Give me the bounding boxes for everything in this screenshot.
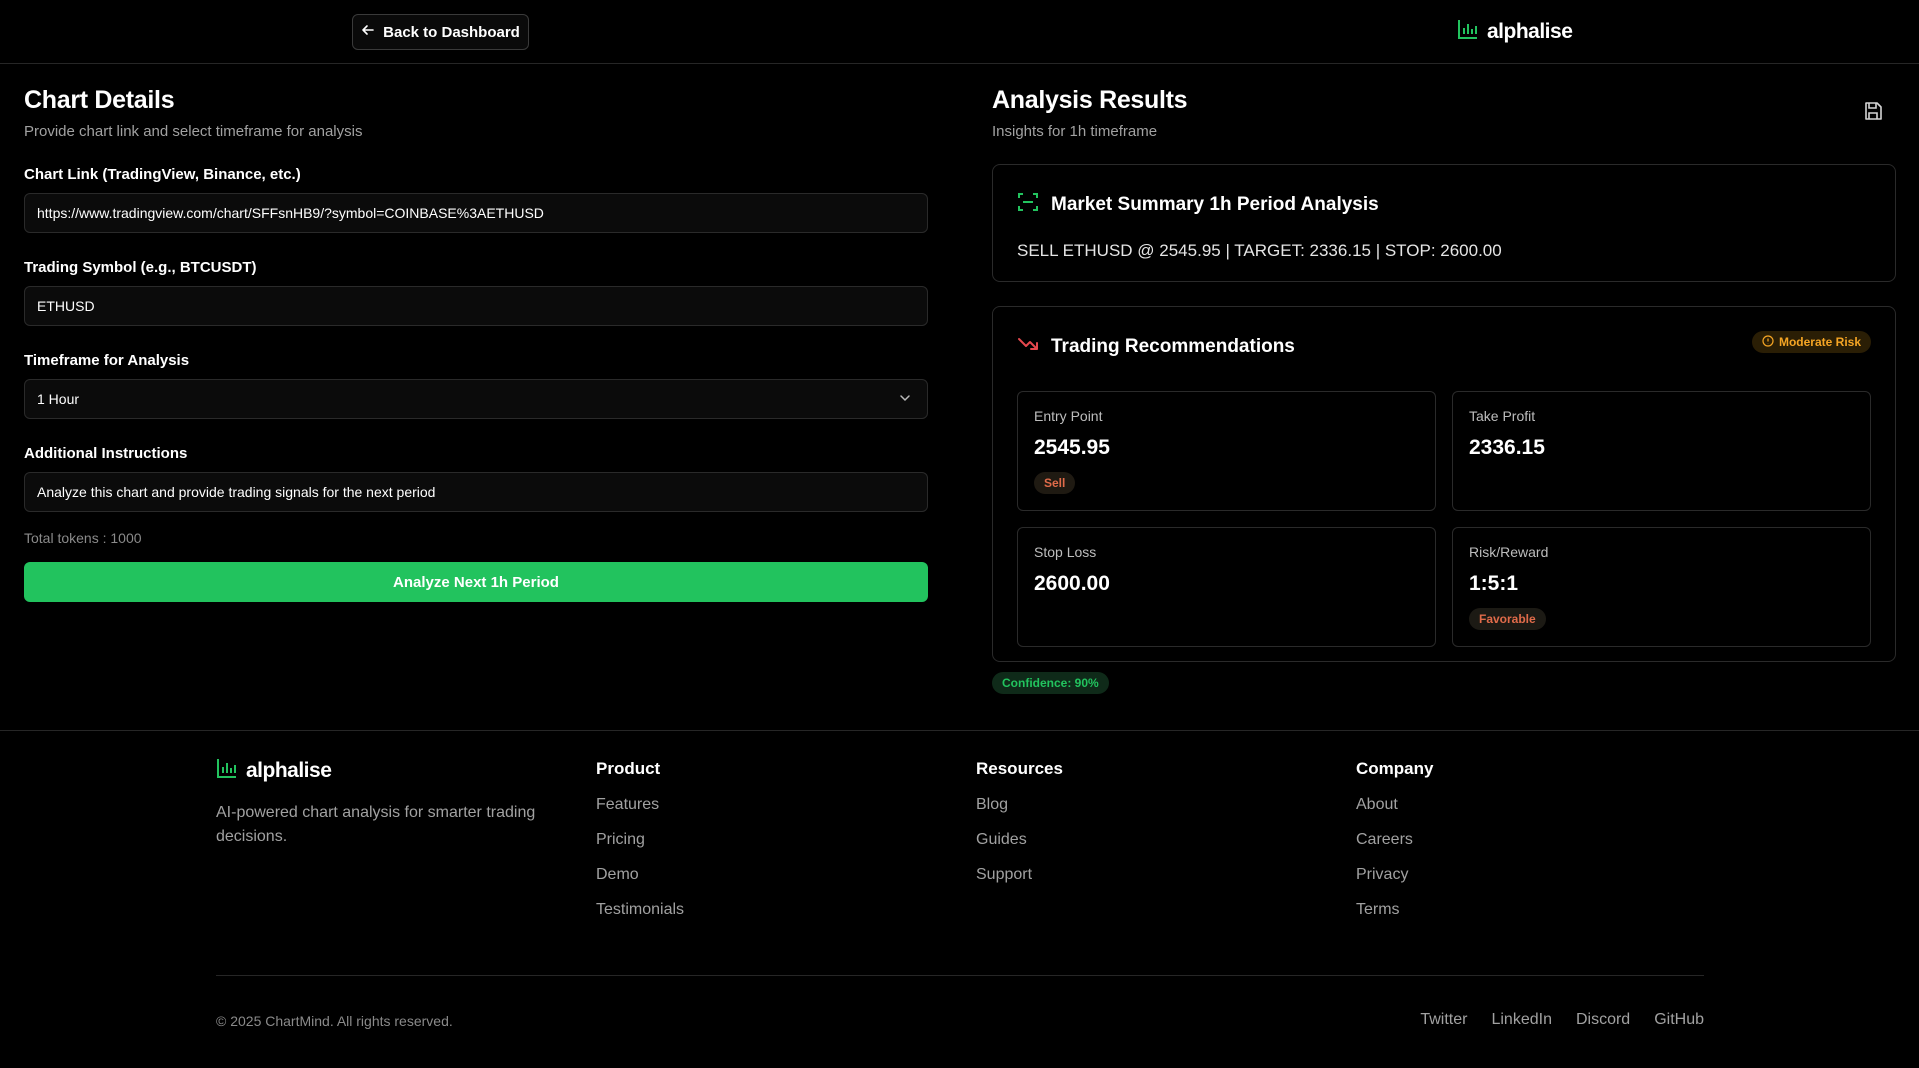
instructions-value: Analyze this chart and provide trading s… (37, 484, 436, 500)
timeframe-value: 1 Hour (37, 391, 80, 407)
footer-link-privacy[interactable]: Privacy (1356, 866, 1433, 884)
footer-link-demo[interactable]: Demo (596, 866, 684, 884)
risk-reward-box: Risk/Reward 1:5:1 Favorable (1452, 527, 1871, 647)
risk-badge-label: Moderate Risk (1778, 335, 1861, 349)
analysis-results-title: Analysis Results (992, 86, 1188, 114)
chart-details-title: Chart Details (24, 86, 175, 114)
analysis-results-panel: Analysis Results Insights for 1h timefra… (992, 86, 1896, 662)
entry-point-box: Entry Point 2545.95 Sell (1017, 391, 1436, 511)
analysis-results-subtitle: Insights for 1h timeframe (992, 123, 1158, 140)
footer-link-careers[interactable]: Careers (1356, 831, 1433, 849)
stop-loss-value: 2600.00 (1034, 572, 1110, 595)
trading-symbol-label: Trading Symbol (e.g., BTCUSDT) (24, 259, 257, 276)
market-summary-text: SELL ETHUSD @ 2545.95 | TARGET: 2336.15 … (1017, 241, 1502, 260)
entry-point-value: 2545.95 (1034, 436, 1110, 459)
take-profit-label: Take Profit (1469, 408, 1536, 424)
risk-badge: Moderate Risk (1751, 331, 1871, 353)
timeframe-select[interactable]: 1 Hour (24, 379, 928, 419)
total-tokens: Total tokens : 1000 (24, 530, 142, 546)
market-summary-card: Market Summary 1h Period Analysis SELL E… (992, 164, 1896, 282)
sell-badge: Sell (1034, 472, 1076, 494)
social-link-github[interactable]: GitHub (1654, 1011, 1704, 1029)
analyze-button[interactable]: Analyze Next 1h Period (24, 562, 928, 602)
confidence-badge: Confidence: 90% (992, 672, 1109, 694)
risk-reward-label: Risk/Reward (1469, 544, 1549, 560)
stop-loss-box: Stop Loss 2600.00 (1017, 527, 1436, 647)
social-link-twitter[interactable]: Twitter (1420, 1011, 1467, 1029)
footer-link-support[interactable]: Support (976, 866, 1063, 884)
bar-chart-icon (1457, 18, 1479, 46)
back-button-label: Back to Dashboard (383, 23, 520, 41)
take-profit-value: 2336.15 (1469, 436, 1545, 459)
back-to-dashboard-button[interactable]: Back to Dashboard (352, 14, 529, 50)
instructions-label: Additional Instructions (24, 445, 188, 462)
social-link-linkedin[interactable]: LinkedIn (1491, 1011, 1552, 1029)
footer-company-column: Company About Careers Privacy Terms (1356, 759, 1433, 919)
chart-link-value: https://www.tradingview.com/chart/SFFsnH… (37, 205, 544, 221)
footer-link-blog[interactable]: Blog (976, 796, 1063, 814)
social-link-discord[interactable]: Discord (1576, 1011, 1630, 1029)
footer-link-features[interactable]: Features (596, 796, 684, 814)
chart-link-label: Chart Link (TradingView, Binance, etc.) (24, 166, 301, 183)
footer-link-terms[interactable]: Terms (1356, 901, 1433, 919)
risk-reward-value: 1:5:1 (1469, 572, 1519, 595)
instructions-input[interactable]: Analyze this chart and provide trading s… (24, 472, 928, 512)
scan-icon (1017, 191, 1039, 219)
footer-company-title: Company (1356, 759, 1434, 778)
save-icon[interactable] (1862, 100, 1884, 127)
trading-recommendations-card: Trading Recommendations Moderate Risk En… (992, 306, 1896, 662)
brand-name: alphalise (1487, 20, 1573, 43)
footer-link-about[interactable]: About (1356, 796, 1433, 814)
favorable-badge: Favorable (1469, 608, 1546, 630)
recommendations-title: Trading Recommendations (1051, 336, 1295, 357)
brand-logo[interactable]: alphalise (1457, 18, 1573, 46)
stop-loss-label: Stop Loss (1034, 544, 1097, 560)
footer-product-title: Product (596, 759, 661, 778)
chevron-down-icon (897, 390, 913, 409)
trading-symbol-input[interactable]: ETHUSD (24, 286, 928, 326)
footer-resources-title: Resources (976, 759, 1063, 778)
timeframe-label: Timeframe for Analysis (24, 352, 190, 369)
footer-tagline: AI-powered chart analysis for smarter tr… (216, 804, 536, 845)
chart-details-panel: Chart Details Provide chart link and sel… (24, 86, 928, 602)
footer-divider (216, 975, 1704, 976)
footer: alphalise AI-powered chart analysis for … (0, 730, 1919, 1068)
top-bar: Back to Dashboard alphalise (0, 0, 1919, 64)
trending-down-icon (1017, 333, 1039, 361)
footer-resources-column: Resources Blog Guides Support (976, 759, 1063, 884)
social-links: Twitter LinkedIn Discord GitHub (1420, 1011, 1704, 1029)
entry-point-label: Entry Point (1034, 408, 1103, 424)
market-summary-title: Market Summary 1h Period Analysis (1051, 194, 1379, 215)
footer-link-guides[interactable]: Guides (976, 831, 1063, 849)
footer-product-column: Product Features Pricing Demo Testimonia… (596, 759, 684, 919)
chart-link-input[interactable]: https://www.tradingview.com/chart/SFFsnH… (24, 193, 928, 233)
footer-brand-name: alphalise (246, 759, 332, 782)
bar-chart-icon (216, 757, 238, 785)
footer-link-testimonials[interactable]: Testimonials (596, 901, 684, 919)
footer-brand-logo[interactable]: alphalise (216, 757, 332, 785)
footer-link-pricing[interactable]: Pricing (596, 831, 684, 849)
alert-circle-icon (1762, 334, 1774, 350)
arrow-left-icon (361, 23, 375, 41)
chart-details-subtitle: Provide chart link and select timeframe … (24, 123, 363, 140)
trading-symbol-value: ETHUSD (37, 298, 95, 314)
take-profit-box: Take Profit 2336.15 (1452, 391, 1871, 511)
copyright: © 2025 ChartMind. All rights reserved. (216, 1013, 453, 1029)
